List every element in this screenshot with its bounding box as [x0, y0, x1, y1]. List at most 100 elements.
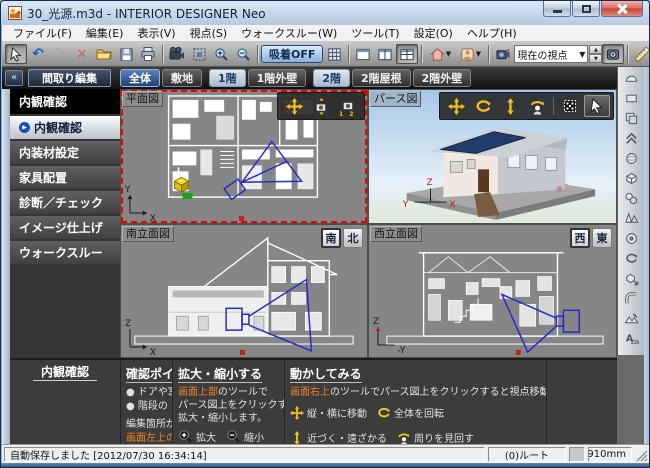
camera-switch-button[interactable]: 1 2 — [335, 95, 361, 117]
sidebar-item-walkthrough[interactable]: ウォークスルー — [10, 241, 120, 264]
tab-floor2-walls[interactable]: 2階外壁 — [413, 69, 472, 87]
menu-viewpoint[interactable]: 視点(S) — [183, 25, 235, 41]
app-icon — [8, 6, 22, 20]
tab-floor1[interactable]: 1階 — [209, 69, 246, 87]
viewpoint-camera-button[interactable] — [492, 44, 514, 64]
sidebar-item-furniture[interactable]: 家具配置 — [10, 166, 120, 189]
maximize-button[interactable] — [572, 1, 600, 17]
fit-all-button[interactable] — [557, 95, 583, 117]
view-register-button[interactable] — [602, 44, 624, 64]
sidebar-item-materials[interactable]: 内装材設定 — [10, 141, 120, 164]
window-right-edge — [644, 67, 650, 444]
select-view-tool-button[interactable] — [584, 95, 610, 117]
direction-west-button[interactable]: 西 — [570, 228, 590, 248]
svg-text:X: X — [449, 200, 455, 210]
sidebar-item-diagnosis[interactable]: 診断／チェック — [10, 191, 120, 214]
direction-east-button[interactable]: 東 — [592, 228, 612, 248]
pan-view-button[interactable] — [443, 95, 469, 117]
rotate-object-tool-button[interactable] — [621, 249, 642, 268]
zoom-out-dark-icon — [226, 429, 241, 444]
menu-settings[interactable]: 設定(O) — [407, 25, 460, 41]
tab-floor1-walls[interactable]: 1階外壁 — [248, 69, 307, 87]
viewport-plan[interactable]: Y X 平面図 — [120, 89, 368, 224]
person-view-dropdown[interactable]: ▼ — [455, 44, 485, 64]
up-down-arrow-icon — [502, 98, 519, 115]
floorplan-edit-button[interactable]: 間取り編集 — [28, 69, 111, 87]
spin-up-button[interactable]: ▲ — [589, 45, 602, 54]
walkthrough-movie-button[interactable] — [166, 44, 188, 64]
tab-site[interactable]: 敷地 — [162, 69, 202, 87]
sidebar-item-image-finish[interactable]: イメージ仕上げ — [10, 216, 120, 239]
undo-button[interactable]: ↶ — [27, 44, 49, 64]
camera-move-button[interactable] — [308, 95, 334, 117]
lathe-tool-button[interactable] — [621, 189, 642, 208]
minimize-button[interactable] — [543, 1, 571, 17]
statusbar: 自動保存しました [2012/07/30 16:34:14] (0)ルート 91… — [2, 444, 650, 463]
cone-tool-button[interactable] — [621, 209, 642, 228]
duplicate-tool-button[interactable] — [621, 109, 642, 128]
movie-camera-icon — [169, 46, 185, 62]
tab-whole[interactable]: 全体 — [120, 69, 160, 87]
tabbar: « 間取り編集 全体 敷地 1階 1階外壁 2階 2階屋根 2階外壁 — [2, 67, 618, 89]
viewport-south-elevation[interactable]: Z X 南立面図 南 北 — [120, 224, 368, 358]
help-dolly-legend: 近づく・遠ざかる — [290, 430, 387, 444]
help-col1-bullet: ● ドアや窓 — [126, 386, 167, 400]
zoom-in-button[interactable] — [210, 44, 232, 64]
layout-quad-button[interactable] — [396, 44, 418, 64]
open-button[interactable] — [93, 44, 115, 64]
menu-file[interactable]: ファイル(F) — [6, 25, 79, 41]
print-button[interactable] — [137, 44, 159, 64]
zoom-out-button[interactable] — [232, 44, 254, 64]
cursor-icon — [9, 47, 24, 62]
layout-single-button[interactable] — [352, 44, 374, 64]
terrain-tool-button[interactable] — [621, 309, 642, 328]
extrude-tool-button[interactable] — [621, 129, 642, 148]
snap-toggle-button[interactable]: 吸着OFF — [261, 45, 323, 63]
collapse-panel-button[interactable]: « — [5, 70, 23, 86]
sidebar-header: 内観確認 — [10, 89, 120, 114]
toolbar-separator — [348, 45, 349, 63]
direction-south-button[interactable]: 南 — [321, 228, 341, 248]
house-view-dropdown[interactable]: ▼ — [425, 44, 455, 64]
close-button[interactable] — [601, 1, 643, 17]
help-col-move: 動かしてみる 画面右上のツールでパース図上をクリックすると視点移動できます。 縦… — [284, 360, 546, 444]
sidebar-item-interior-check[interactable]: ▶ 内観確認 — [10, 116, 120, 139]
help-col1-title: 確認ポイン — [126, 365, 172, 383]
grid-toggle-button[interactable] — [323, 44, 345, 64]
pan-tool-button[interactable] — [281, 95, 307, 117]
move-3d-tool-button[interactable] — [621, 269, 642, 288]
save-button[interactable] — [115, 44, 137, 64]
redo-button[interactable]: ↷ — [49, 44, 71, 64]
help-col1-line: 編集箇所が — [126, 418, 167, 432]
viewpoint-combo[interactable]: 現在の視点 ▼ — [514, 45, 588, 63]
tab-floor2-roof[interactable]: 2階屋根 — [352, 69, 411, 87]
text-label-tool-button[interactable]: A — [621, 329, 642, 348]
measure-button[interactable] — [631, 44, 650, 64]
menu-view[interactable]: 表示(V) — [130, 25, 182, 41]
spin-down-button[interactable]: ▼ — [589, 54, 602, 63]
menu-walkthrough[interactable]: ウォークスルー(W) — [234, 25, 344, 41]
viewport-perspective[interactable]: Z Y X パース図 — [368, 89, 617, 224]
dolly-view-button[interactable] — [497, 95, 523, 117]
help-zoom-out-legend: 縮小 — [226, 429, 264, 444]
select-tool-button[interactable] — [5, 44, 27, 64]
tab-floor2[interactable]: 2階 — [313, 69, 350, 87]
box-tool-button[interactable] — [621, 89, 642, 108]
sphere-tool-button[interactable] — [621, 149, 642, 168]
layout-split-button[interactable] — [374, 44, 396, 64]
fit-view-button[interactable] — [188, 44, 210, 64]
menu-tools[interactable]: ツール(T) — [344, 25, 406, 41]
dome-tool-button[interactable] — [621, 69, 642, 88]
menu-help[interactable]: ヘルプ(H) — [460, 25, 524, 41]
direction-north-button[interactable]: 北 — [343, 228, 363, 248]
look-around-button[interactable] — [524, 95, 550, 117]
resize-grip[interactable] — [635, 449, 648, 462]
delete-button[interactable]: × — [71, 44, 93, 64]
viewport-west-elevation[interactable]: Z -Y 西立面図 西 東 — [368, 224, 617, 358]
menu-edit[interactable]: 編集(E) — [79, 25, 131, 41]
torus-tool-button[interactable] — [621, 229, 642, 248]
cube-tool-button[interactable] — [621, 169, 642, 188]
redo-icon: ↷ — [54, 47, 66, 61]
orbit-view-button[interactable] — [470, 95, 496, 117]
pipe-tool-button[interactable] — [621, 289, 642, 308]
